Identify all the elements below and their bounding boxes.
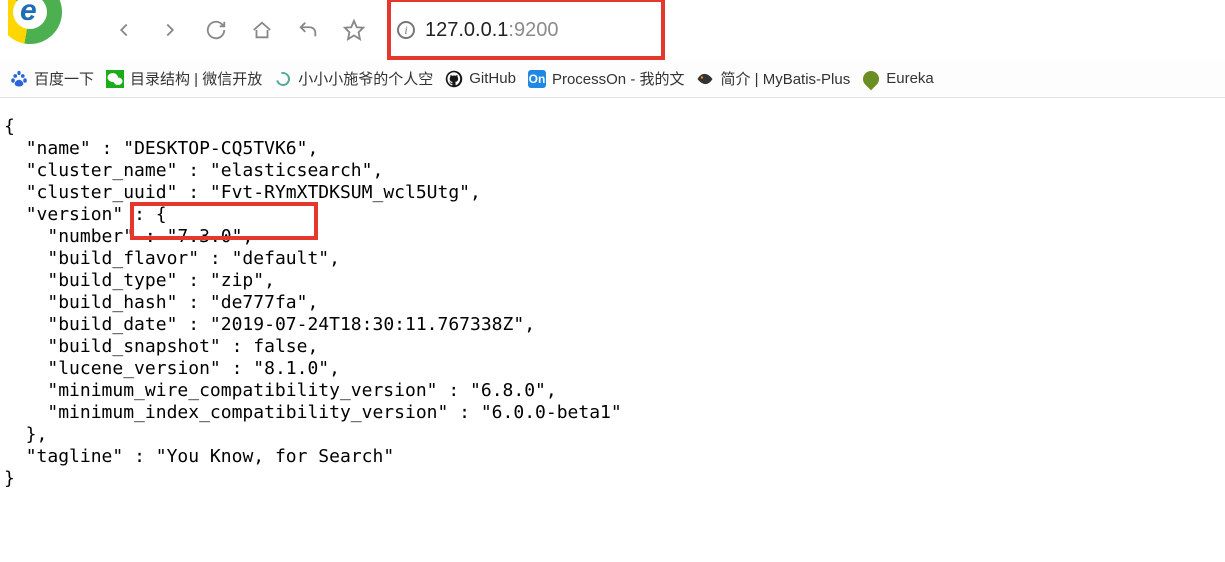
star-icon[interactable] [342,18,366,42]
eureka-icon [862,70,880,88]
bookmark-mybatis[interactable]: 简介 | MyBatis-Plus [696,68,850,89]
bookmark-processon[interactable]: On ProcessOn - 我的文 [528,68,685,89]
bookmark-label: Eureka [886,70,934,87]
url-text: 127.0.0.1:9200 [425,19,558,42]
json-response-body: { "name" : "DESKTOP-CQ5TVK6", "cluster_n… [0,98,1225,494]
bookmark-baidu[interactable]: 百度一下 [10,68,94,89]
bookmarks-bar: 百度一下 目录结构 | 微信开放 小小小施爷的个人空 GitHub On Pro… [0,60,1225,98]
bookmark-label: 百度一下 [34,68,94,89]
home-icon[interactable] [250,18,274,42]
undo-icon[interactable] [296,18,320,42]
bookmark-label: 小小小施爷的个人空 [298,68,433,89]
site-info-icon[interactable]: i [397,21,415,39]
bookmark-label: ProcessOn - 我的文 [552,68,685,89]
bookmark-blog[interactable]: 小小小施爷的个人空 [274,68,433,89]
processon-icon: On [528,70,546,88]
bookmark-label: 简介 | MyBatis-Plus [720,68,850,89]
bookmark-wechat[interactable]: 目录结构 | 微信开放 [106,68,262,89]
browser-logo: e [8,0,78,60]
mybatis-icon [696,70,714,88]
github-icon [445,70,463,88]
c-icon [274,70,292,88]
baidu-icon [10,70,28,88]
bookmark-label: GitHub [469,70,516,87]
forward-icon[interactable] [158,18,182,42]
wechat-icon [106,70,124,88]
reload-icon[interactable] [204,18,228,42]
bookmark-label: 目录结构 | 微信开放 [130,68,262,89]
bookmark-eureka[interactable]: Eureka [862,70,934,88]
address-bar[interactable]: i 127.0.0.1:9200 [388,12,572,48]
back-icon[interactable] [112,18,136,42]
bookmark-github[interactable]: GitHub [445,70,516,88]
browser-toolbar: e i 127.0.0.1:9200 [0,0,1225,60]
